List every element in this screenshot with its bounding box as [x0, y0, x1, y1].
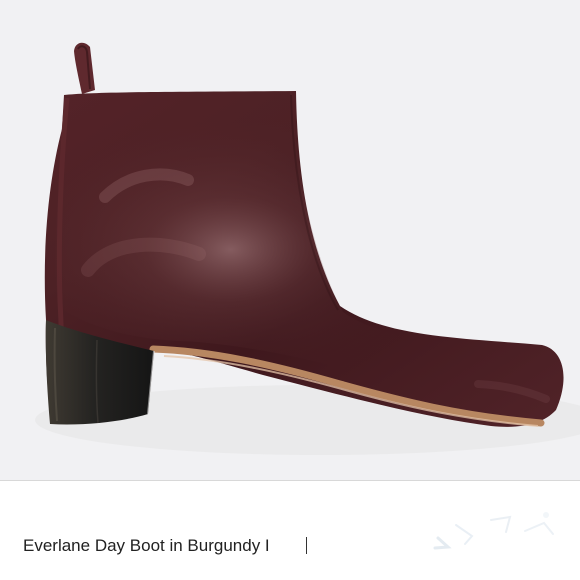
- boot-image: [0, 0, 580, 480]
- faint-decorative-mark: [430, 505, 560, 560]
- listing-title[interactable]: Everlane Day Boot in Burgundy I: [23, 535, 383, 557]
- product-photo[interactable]: [0, 0, 580, 481]
- text-cursor-mark: [306, 537, 307, 554]
- listing-card: Everlane Day Boot in Burgundy I: [0, 0, 580, 580]
